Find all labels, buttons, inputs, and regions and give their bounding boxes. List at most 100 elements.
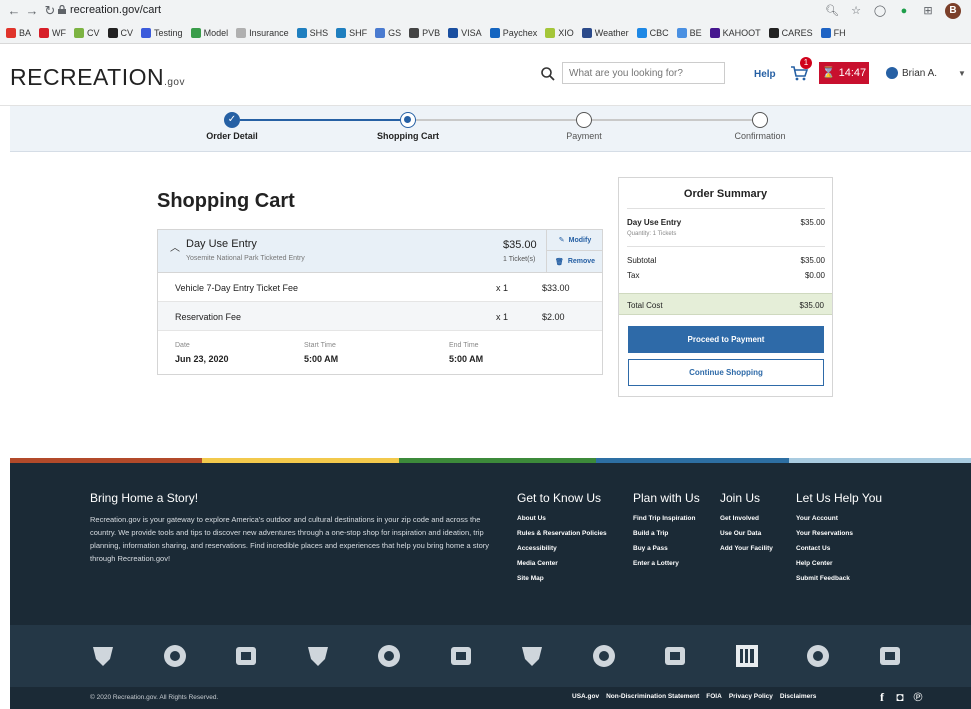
footer-legal-bar: © 2020 Recreation.gov. All Rights Reserv… bbox=[10, 687, 971, 709]
search-input[interactable] bbox=[562, 62, 725, 84]
footer-link[interactable]: Media Center bbox=[517, 558, 607, 570]
smithsonian-icon[interactable] bbox=[877, 643, 903, 669]
bookmark-item[interactable]: FH bbox=[820, 28, 846, 38]
bookmark-item[interactable]: SHF bbox=[336, 28, 367, 38]
legal-link[interactable]: Privacy Policy bbox=[729, 693, 773, 700]
legal-link[interactable]: Non-Discrimination Statement bbox=[606, 693, 699, 700]
footer-link[interactable]: Enter a Lottery bbox=[633, 558, 695, 570]
footer-link[interactable]: Site Map bbox=[517, 573, 607, 585]
treasury-icon[interactable] bbox=[662, 643, 688, 669]
nara-icon[interactable] bbox=[305, 643, 331, 669]
footer-col-title: Join Us bbox=[720, 491, 761, 505]
profile-avatar[interactable]: B bbox=[945, 3, 961, 19]
footer-link[interactable]: Your Account bbox=[796, 513, 853, 525]
user-name: Brian A. bbox=[902, 67, 938, 79]
footer-link[interactable]: Find Trip Inspiration bbox=[633, 513, 695, 525]
bookmark-favicon-icon bbox=[107, 28, 118, 38]
bookmark-item[interactable]: CV bbox=[107, 28, 133, 38]
extension-icon[interactable]: ◯ bbox=[873, 4, 887, 18]
bookmark-item[interactable]: Weather bbox=[581, 28, 629, 38]
footer-link[interactable]: Help Center bbox=[796, 558, 853, 570]
page-gutter bbox=[0, 44, 10, 709]
bookmark-item[interactable]: GS bbox=[375, 28, 401, 38]
continue-shopping-button[interactable]: Continue Shopping bbox=[628, 359, 824, 386]
site-logo[interactable]: RECREATION.gov bbox=[10, 64, 185, 91]
bookmark-favicon-icon bbox=[74, 28, 85, 38]
footer-link[interactable]: Contact Us bbox=[796, 543, 853, 555]
zoom-icon[interactable]: 🔍︎ bbox=[825, 4, 839, 18]
footer-link[interactable]: Rules & Reservation Policies bbox=[517, 528, 607, 540]
fee-name: Reservation Fee bbox=[175, 312, 242, 322]
bookmark-label: BA bbox=[19, 28, 32, 38]
noaa-icon[interactable] bbox=[233, 643, 259, 669]
address-bar[interactable]: recreation.gov/cart bbox=[70, 4, 161, 16]
step-label-confirmation: Confirmation bbox=[734, 131, 786, 141]
blm-icon[interactable] bbox=[90, 643, 116, 669]
star-icon[interactable]: ☆ bbox=[849, 4, 863, 18]
bookmark-item[interactable]: Paychex bbox=[489, 28, 537, 38]
cart-item-header[interactable]: ︿ Day Use Entry Yosemite National Park T… bbox=[158, 230, 603, 273]
bookmark-item[interactable]: VISA bbox=[448, 28, 482, 38]
bookmark-item[interactable]: CBC bbox=[636, 28, 669, 38]
footer-col-title: Let Us Help You bbox=[796, 491, 883, 505]
instagram-icon[interactable]: ◘ bbox=[894, 691, 906, 703]
footer-col-join-us: Get Involved Use Our Data Add Your Facil… bbox=[720, 513, 773, 555]
bookmark-item[interactable]: Model bbox=[190, 28, 228, 38]
nps-icon[interactable] bbox=[591, 643, 617, 669]
reload-icon[interactable]: ↻ bbox=[42, 3, 58, 19]
pinterest-icon[interactable]: ℗ bbox=[912, 691, 924, 703]
chevron-down-icon[interactable]: ▼ bbox=[958, 69, 966, 78]
proceed-to-payment-button[interactable]: Proceed to Payment bbox=[628, 326, 824, 353]
fee-name: Vehicle 7-Day Entry Ticket Fee bbox=[175, 283, 299, 293]
search-icon[interactable] bbox=[540, 66, 556, 82]
remove-button[interactable]: 🗑︎ Remove bbox=[547, 251, 603, 272]
footer-link[interactable]: Get Involved bbox=[720, 513, 773, 525]
footer-link[interactable]: Your Reservations bbox=[796, 528, 853, 540]
step-connector bbox=[416, 119, 576, 121]
footer-col-plan-with-us: Find Trip Inspiration Build a Trip Buy a… bbox=[633, 513, 695, 570]
bookmark-item[interactable]: SHS bbox=[296, 28, 328, 38]
modify-button[interactable]: ✎ Modify bbox=[547, 230, 603, 251]
footer-link[interactable]: Use Our Data bbox=[720, 528, 773, 540]
footer-link[interactable]: Build a Trip bbox=[633, 528, 695, 540]
reclamation-icon[interactable] bbox=[162, 643, 188, 669]
forward-icon[interactable]: → bbox=[24, 3, 40, 19]
help-link[interactable]: Help bbox=[754, 69, 776, 80]
boat-icon[interactable] bbox=[805, 643, 831, 669]
footer-link[interactable]: Buy a Pass bbox=[633, 543, 695, 555]
bookmark-item[interactable]: WF bbox=[39, 28, 66, 38]
bookmark-item[interactable]: Testing bbox=[141, 28, 183, 38]
bookmark-item[interactable]: BE bbox=[676, 28, 702, 38]
bookmark-item[interactable]: CARES bbox=[768, 28, 813, 38]
bookmark-item[interactable]: KAHOOT bbox=[709, 28, 761, 38]
bookmark-item[interactable]: BA bbox=[6, 28, 31, 38]
footer-link[interactable]: Submit Feedback bbox=[796, 573, 853, 585]
apps-icon[interactable]: ⊞ bbox=[921, 4, 935, 18]
address-row: ← → ↻ recreation.gov/cart 🔍︎ ☆ ◯ ● ⊞ B bbox=[0, 0, 971, 22]
tax-value: $0.00 bbox=[804, 271, 825, 280]
legal-link[interactable]: FOIA bbox=[706, 693, 722, 700]
legal-link[interactable]: Disclaimers bbox=[780, 693, 817, 700]
bookmark-favicon-icon bbox=[6, 28, 16, 38]
bookmark-item[interactable]: Insurance bbox=[236, 28, 289, 38]
tva-icon[interactable] bbox=[734, 643, 760, 669]
bookmark-item[interactable]: XIO bbox=[545, 28, 574, 38]
step-label-order-detail[interactable]: Order Detail bbox=[172, 131, 292, 141]
fws-icon[interactable] bbox=[519, 643, 545, 669]
extension-green-icon[interactable]: ● bbox=[897, 4, 911, 18]
facebook-icon[interactable]: f bbox=[876, 691, 888, 703]
bookmark-favicon-icon bbox=[375, 28, 386, 38]
back-icon[interactable]: ← bbox=[6, 3, 22, 19]
usace-icon[interactable] bbox=[376, 643, 402, 669]
chevron-up-icon[interactable]: ︿ bbox=[170, 239, 180, 254]
reservation-timer: ⌛ 14:47 bbox=[819, 62, 869, 84]
footer-link[interactable]: Accessibility bbox=[517, 543, 607, 555]
footer-link[interactable]: About Us bbox=[517, 513, 607, 525]
legal-link[interactable]: USA.gov bbox=[572, 693, 599, 700]
footer-link[interactable]: Add Your Facility bbox=[720, 543, 773, 555]
user-menu[interactable]: Brian A. bbox=[886, 67, 937, 79]
presidio-icon[interactable] bbox=[448, 643, 474, 669]
footer-story-title: Bring Home a Story! bbox=[90, 491, 199, 505]
bookmark-item[interactable]: PVB bbox=[409, 28, 440, 38]
bookmark-item[interactable]: CV bbox=[74, 28, 100, 38]
